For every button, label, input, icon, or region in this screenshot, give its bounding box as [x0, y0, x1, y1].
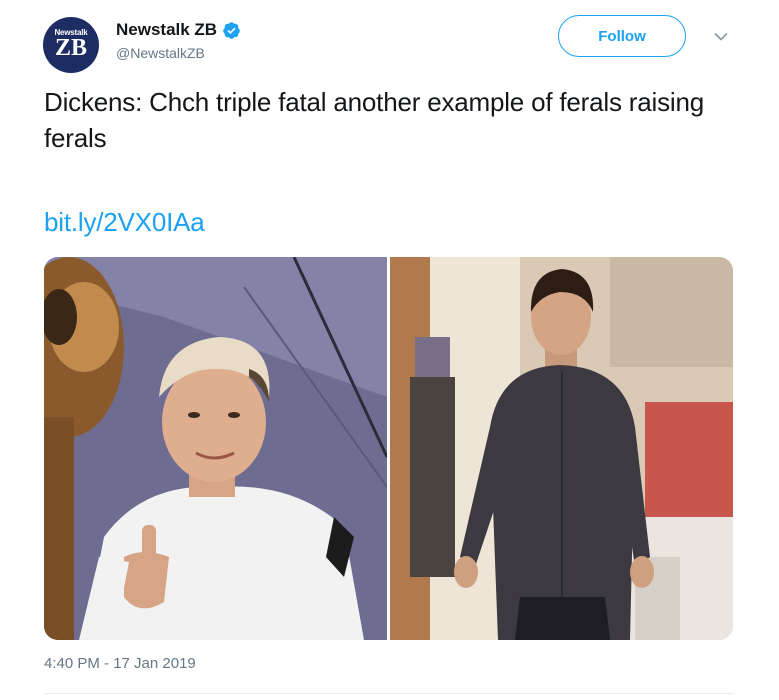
chevron-down-icon[interactable]	[714, 32, 728, 42]
avatar-logo: ZB	[54, 35, 87, 61]
tweet-text: Dickens: Chch triple fatal another examp…	[44, 87, 704, 153]
account-name-row[interactable]: Newstalk ZB	[116, 18, 241, 42]
photo-2-image	[390, 257, 733, 640]
tweet-media[interactable]	[44, 257, 733, 640]
divider	[44, 693, 733, 694]
tweet-timestamp[interactable]: 4:40 PM - 17 Jan 2019	[44, 655, 196, 672]
display-name[interactable]: Newstalk ZB	[116, 20, 217, 40]
photo-1[interactable]	[44, 257, 387, 640]
verified-badge-icon	[223, 21, 240, 39]
account-handle[interactable]: @NewstalkZB	[116, 45, 205, 61]
photo-1-image	[44, 257, 387, 640]
follow-button[interactable]: Follow	[558, 15, 686, 57]
avatar[interactable]: Newstalk ZB	[43, 17, 99, 73]
photo-2[interactable]	[390, 257, 733, 640]
tweet-link[interactable]: bit.ly/2VX0IAa	[44, 204, 205, 240]
